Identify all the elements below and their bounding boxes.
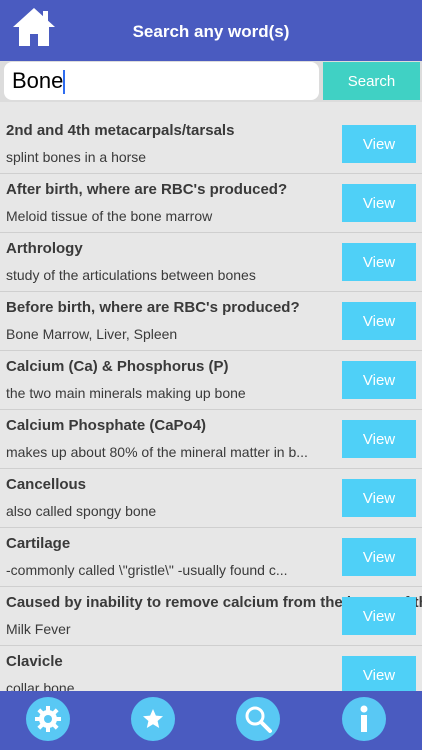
- search-input[interactable]: [4, 62, 319, 100]
- search-icon: [245, 706, 272, 733]
- term-label: After birth, where are RBC's produced?: [6, 181, 288, 198]
- list-item: Caused by inability to remove calcium fr…: [0, 587, 422, 646]
- view-button[interactable]: View: [342, 597, 416, 635]
- list-item: Cancellous also called spongy bone View: [0, 469, 422, 528]
- term-label: Arthrology: [6, 240, 83, 257]
- list-item: Calcium Phosphate (CaPo4) makes up about…: [0, 410, 422, 469]
- view-button[interactable]: View: [342, 479, 416, 517]
- definition-label: also called spongy bone: [6, 503, 157, 519]
- search-button[interactable]: Search: [323, 62, 420, 100]
- definition-label: Bone Marrow, Liver, Spleen: [6, 326, 178, 342]
- definition-label: the two main minerals making up bone: [6, 385, 246, 401]
- list-item: 2nd and 4th metacarpals/tarsals splint b…: [0, 115, 422, 174]
- list-item: Cartilage -commonly called \"gristle\" -…: [0, 528, 422, 587]
- list-item: Clavicle collar bone View: [0, 646, 422, 691]
- tab-favorites[interactable]: [131, 697, 175, 741]
- definition-label: study of the articulations between bones: [6, 267, 256, 283]
- tab-info[interactable]: [342, 697, 386, 741]
- tab-search[interactable]: [236, 697, 280, 741]
- definition-label: Meloid tissue of the bone marrow: [6, 208, 213, 224]
- term-label: Calcium (Ca) & Phosphorus (P): [6, 358, 229, 375]
- view-button[interactable]: View: [342, 184, 416, 222]
- definition-label: -commonly called \"gristle\" -usually fo…: [6, 562, 288, 578]
- definition-label: collar bone: [6, 680, 75, 691]
- term-label: 2nd and 4th metacarpals/tarsals: [6, 122, 235, 139]
- definition-label: makes up about 80% of the mineral matter…: [6, 444, 308, 460]
- page-title: Search any word(s): [132, 22, 290, 41]
- list-item: Calcium (Ca) & Phosphorus (P) the two ma…: [0, 351, 422, 410]
- view-button[interactable]: View: [342, 420, 416, 458]
- tab-bar: [0, 691, 422, 750]
- text-cursor: [63, 70, 65, 94]
- definition-label: Milk Fever: [6, 621, 71, 637]
- term-label: Cartilage: [6, 535, 71, 552]
- term-label: Before birth, where are RBC's produced?: [6, 299, 300, 316]
- view-button[interactable]: View: [342, 125, 416, 163]
- view-button[interactable]: View: [342, 302, 416, 340]
- info-icon: [360, 705, 368, 732]
- view-button[interactable]: View: [342, 656, 416, 691]
- definition-label: splint bones in a horse: [6, 149, 147, 165]
- view-button[interactable]: View: [342, 538, 416, 576]
- term-label: Calcium Phosphate (CaPo4): [6, 417, 207, 434]
- list-item: Before birth, where are RBC's produced? …: [0, 292, 422, 351]
- term-label: Cancellous: [6, 476, 87, 493]
- search-bar: Search: [0, 61, 422, 102]
- list-item: Arthrology study of the articulations be…: [0, 233, 422, 292]
- view-button[interactable]: View: [342, 243, 416, 281]
- gear-icon: [35, 706, 61, 732]
- view-button[interactable]: View: [342, 361, 416, 399]
- tab-settings[interactable]: [26, 697, 70, 741]
- list-item: After birth, where are RBC's produced? M…: [0, 174, 422, 233]
- results-list[interactable]: 2nd and 4th metacarpals/tarsals splint b…: [0, 115, 422, 691]
- star-icon: [143, 709, 163, 728]
- header-bar: Search any word(s): [0, 0, 422, 61]
- term-label: Clavicle: [6, 653, 63, 670]
